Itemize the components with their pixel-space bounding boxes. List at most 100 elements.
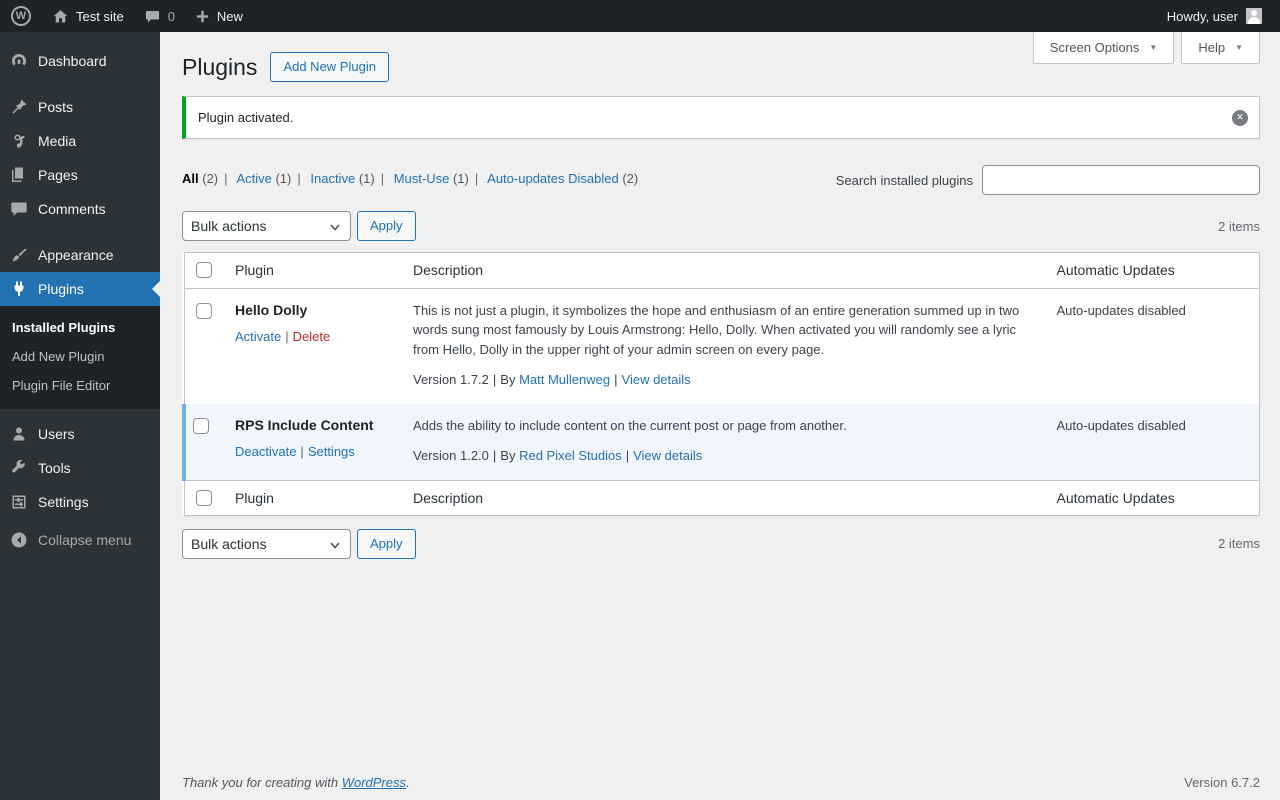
sidebar-label-users: Users — [38, 426, 75, 442]
sidebar-item-tools[interactable]: Tools — [0, 451, 160, 485]
by-label: By — [500, 372, 516, 388]
notice-message: Plugin activated. — [198, 110, 294, 126]
sidebar-label-posts: Posts — [38, 99, 74, 115]
sidebar-label-plugins: Plugins — [38, 281, 84, 297]
sidebar-item-appearance[interactable]: Appearance — [0, 238, 160, 272]
action-separator: | — [300, 444, 304, 460]
pushpin-icon — [12, 99, 27, 114]
column-header-automatic-updates: Automatic Updates — [1046, 252, 1260, 289]
submenu-plugin-file-editor[interactable]: Plugin File Editor — [0, 371, 160, 400]
apply-button-bottom[interactable]: Apply — [357, 528, 416, 559]
filter-separator: | — [224, 171, 228, 187]
select-all-checkbox-bottom[interactable] — [195, 489, 212, 506]
chevron-down-icon — [330, 224, 340, 231]
row-checkbox-hello-dolly[interactable] — [195, 302, 212, 319]
plugin-description: This is not just a plugin, it symbolizes… — [413, 302, 1020, 357]
sidebar-label-dashboard: Dashboard — [38, 53, 107, 69]
page-title: Plugins — [182, 54, 258, 81]
wordpress-logo-menu[interactable]: W — [0, 0, 42, 32]
sidebar-label-media: Media — [38, 133, 77, 149]
comments-icon — [11, 202, 27, 216]
wordpress-link[interactable]: WordPress — [342, 775, 406, 790]
collapse-arrow-icon — [11, 532, 27, 548]
filter-inactive[interactable]: Inactive — [310, 171, 355, 186]
filter-all[interactable]: All — [182, 171, 199, 186]
meta-separator: | — [492, 448, 497, 464]
wrench-icon — [12, 459, 25, 473]
table-row-hello-dolly: Hello Dolly Activate | Delete This is not … — [184, 288, 1260, 404]
help-tab[interactable]: Help ▼ — [1181, 32, 1260, 64]
column-footer-plugin[interactable]: Plugin — [225, 479, 403, 516]
settings-link[interactable]: Settings — [308, 444, 355, 459]
view-details-link[interactable]: View details — [622, 372, 691, 387]
delete-link[interactable]: Delete — [293, 329, 331, 344]
current-menu-arrow — [152, 281, 160, 297]
status-filters: All (2) | Active (1) | Inactive (1) | Must-… — [182, 165, 638, 186]
collapse-menu-button[interactable]: Collapse menu — [0, 523, 160, 557]
filter-must-use[interactable]: Must-Use — [394, 171, 450, 186]
plugins-submenu: Installed Plugins Add New Plugin Plugin … — [0, 306, 160, 409]
submenu-installed-plugins[interactable]: Installed Plugins — [0, 313, 160, 342]
site-name-link[interactable]: Test site — [42, 0, 134, 32]
submenu-add-new-plugin[interactable]: Add New Plugin — [0, 342, 160, 371]
column-footer-description: Description — [403, 479, 1047, 516]
tablenav-bottom: Bulk actions Apply 2 items — [182, 528, 1260, 559]
filter-auto-updates-disabled[interactable]: Auto-updates Disabled — [487, 171, 619, 186]
my-account-menu[interactable]: Howdy, user — [1157, 0, 1272, 32]
screen-options-tab[interactable]: Screen Options ▼ — [1032, 32, 1175, 64]
column-header-plugin[interactable]: Plugin — [225, 252, 403, 289]
sidebar-item-dashboard[interactable]: Dashboard — [0, 44, 160, 78]
sidebar-item-plugins[interactable]: Plugins — [0, 272, 160, 306]
activate-link[interactable]: Activate — [235, 329, 281, 344]
sidebar-item-posts[interactable]: Posts — [0, 90, 160, 124]
new-content-menu[interactable]: New — [185, 0, 253, 32]
filter-active[interactable]: Active — [236, 171, 271, 186]
sidebar-item-media[interactable]: Media — [0, 124, 160, 158]
site-name-label: Test site — [76, 8, 124, 24]
column-header-description: Description — [403, 252, 1047, 289]
auto-updates-status: Auto-updates disabled — [1056, 302, 1186, 318]
footer-thanks: Thank you for creating with WordPress. — [182, 775, 410, 790]
apply-button-top[interactable]: Apply — [357, 211, 416, 242]
items-count-bottom: 2 items — [1218, 536, 1260, 552]
plugin-name: Hello Dolly — [235, 301, 308, 318]
search-plugins-input[interactable] — [982, 165, 1260, 196]
select-all-checkbox-top[interactable] — [195, 262, 212, 279]
filter-all-count: (2) — [202, 171, 219, 187]
row-checkbox-rps-include-content[interactable] — [193, 417, 209, 434]
bulk-actions-selected-value: Bulk actions — [191, 535, 267, 552]
plugin-description: Adds the ability to include content on t… — [413, 417, 847, 433]
footer-period: . — [406, 775, 410, 790]
meta-separator: | — [492, 372, 497, 388]
sidebar-label-tools: Tools — [38, 460, 71, 476]
content-area: Screen Options ▼ Help ▼ Plugins Add New … — [160, 32, 1280, 800]
sidebar-label-settings: Settings — [38, 494, 89, 510]
filter-separator: | — [297, 171, 301, 187]
plugin-version: Version 1.7.2 — [413, 372, 489, 388]
table-footer-row: Plugin Description Automatic Updates — [184, 479, 1260, 516]
view-details-link[interactable]: View details — [633, 448, 702, 463]
bulk-actions-select-bottom[interactable]: Bulk actions — [182, 528, 351, 559]
footer-thanks-text: Thank you for creating with — [182, 775, 339, 790]
howdy-text: Howdy, user — [1166, 8, 1238, 24]
meta-separator: | — [625, 448, 630, 464]
deactivate-link[interactable]: Deactivate — [235, 444, 296, 459]
sidebar-item-users[interactable]: Users — [0, 417, 160, 451]
paintbrush-icon — [12, 248, 27, 262]
plugin-author-link[interactable]: Matt Mullenweg — [519, 372, 610, 387]
add-new-plugin-button[interactable]: Add New Plugin — [270, 52, 389, 83]
plugin-author-link[interactable]: Red Pixel Studios — [519, 448, 622, 463]
bulk-actions-selected-value: Bulk actions — [191, 218, 267, 235]
sidebar-label-appearance: Appearance — [38, 247, 114, 263]
comments-count: 0 — [167, 8, 175, 24]
users-icon — [13, 427, 25, 441]
comments-shortcut[interactable]: 0 — [134, 0, 185, 32]
new-label: New — [216, 8, 243, 24]
sidebar-item-settings[interactable]: Settings — [0, 485, 160, 519]
sidebar-item-pages[interactable]: Pages — [0, 158, 160, 192]
dismiss-notice-icon[interactable]: ✕ — [1232, 109, 1248, 126]
filter-must-use-count: (1) — [452, 171, 469, 187]
footer-version: Version 6.7.2 — [1184, 775, 1260, 790]
sidebar-item-comments[interactable]: Comments — [0, 192, 160, 226]
bulk-actions-select[interactable]: Bulk actions — [182, 211, 351, 242]
